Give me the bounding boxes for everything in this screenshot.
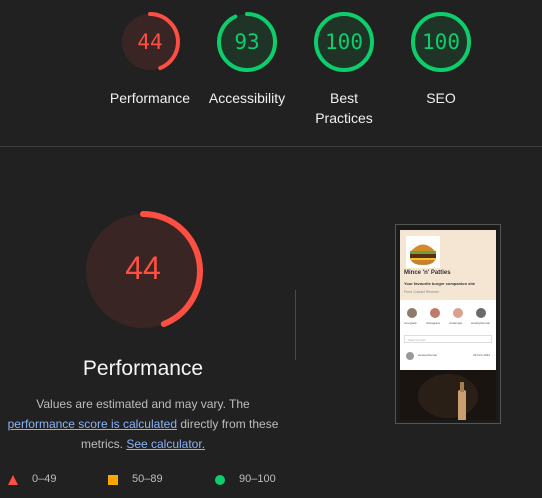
score-gauge-accessibility[interactable]: 93 Accessibility [197,10,297,108]
score-description: Values are estimated and may vary. The p… [0,394,286,454]
triangle-icon [8,475,18,485]
score-gauge-seo[interactable]: 100 SEO [391,10,491,108]
site-nav: Feed Contact Recents [404,290,439,294]
avatar [430,308,440,318]
site-search-input: Search posts [404,335,492,343]
user-name: codeinpat [449,321,463,325]
avatar [407,308,417,318]
vertical-divider [295,290,296,360]
gauge-score: 100 [325,30,363,54]
post-user: wesleytheman [418,353,438,357]
page-screenshot-thumbnail[interactable]: Mince 'n' Patties Your favourite burger … [395,224,501,424]
gauge-score: 44 [137,30,163,54]
gauge-score: 93 [234,30,260,54]
legend-range: 0–49 [32,473,57,485]
post-header: wesleytheman 29 Feb 2024 [404,350,492,364]
burger-logo-icon [406,236,440,268]
section-divider [0,146,542,147]
site-header: Mince 'n' Patties Your favourite burger … [400,230,496,300]
avatar [453,308,463,318]
performance-score-large: 44 [125,250,161,286]
user-name: wesleytheman [471,321,491,325]
avatar [406,352,414,360]
user-name: coreyjack [404,321,417,325]
gauge-label: Performance [109,90,191,106]
desc-text: Values are estimated and may vary. The [36,397,250,411]
circle-icon [215,475,225,485]
gauge-label: Accessibility [208,90,286,106]
user-avatars: coreyjack oliviagrace codeinpat wesleyth… [403,308,495,332]
post-date: 29 Feb 2024 [473,353,490,357]
performance-score-link[interactable]: performance score is calculated [8,417,177,431]
gauge-label: Best Practices [315,90,373,126]
avatar [476,308,486,318]
see-calculator-link[interactable]: See calculator. [126,437,205,451]
site-title: Mince 'n' Patties [404,270,451,276]
legend-range: 50–89 [132,473,163,485]
gauge-score: 100 [422,30,460,54]
gauge-label: SEO [426,90,456,106]
square-icon [108,475,118,485]
user-name: oliviagrace [426,321,441,325]
score-gauge-best-practices[interactable]: 100 Best Practices [294,10,394,128]
post-image [400,370,496,420]
performance-title: Performance [82,357,204,380]
site-tagline: Your favourite burger companion site [404,281,476,286]
legend-range: 90–100 [239,473,276,485]
score-gauge-performance[interactable]: 44 Performance [100,10,200,108]
